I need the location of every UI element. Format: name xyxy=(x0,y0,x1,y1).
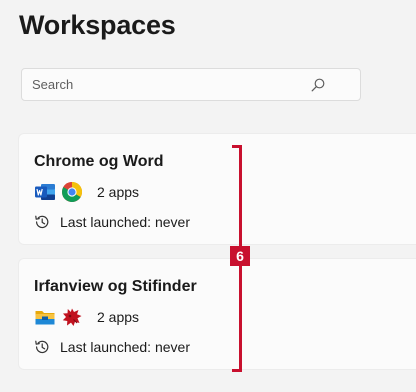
workspace-apps: 2 apps xyxy=(34,306,139,328)
workspace-name: Irfanview og Stifinder xyxy=(34,278,197,295)
search-input[interactable] xyxy=(22,69,302,100)
chrome-icon xyxy=(62,182,82,202)
callout-badge: 6 xyxy=(230,246,250,266)
file-explorer-icon xyxy=(35,311,55,325)
search-box[interactable] xyxy=(21,68,361,101)
page-title: Workspaces xyxy=(19,10,176,40)
workspace-card-irfanview-og-stifinder[interactable]: Irfanview og Stifinder 2 apps Last launc… xyxy=(19,259,416,369)
last-launched: Last launched: never xyxy=(60,339,190,355)
apps-count: 2 apps xyxy=(97,184,140,200)
last-launched: Last launched: never xyxy=(60,214,190,230)
history-icon xyxy=(35,340,49,354)
history-icon xyxy=(35,215,49,229)
word-icon xyxy=(35,184,55,200)
search-icon[interactable] xyxy=(311,78,325,92)
irfanview-icon xyxy=(62,308,82,326)
workspace-name: Chrome og Word xyxy=(34,153,164,170)
apps-count: 2 apps xyxy=(97,309,140,325)
workspace-apps: 2 apps xyxy=(34,181,139,203)
last-launched-row: Last launched: never xyxy=(34,213,190,231)
last-launched-row: Last launched: never xyxy=(34,338,190,356)
workspace-card-chrome-og-word[interactable]: Chrome og Word 2 apps Last launched: nev… xyxy=(19,134,416,244)
